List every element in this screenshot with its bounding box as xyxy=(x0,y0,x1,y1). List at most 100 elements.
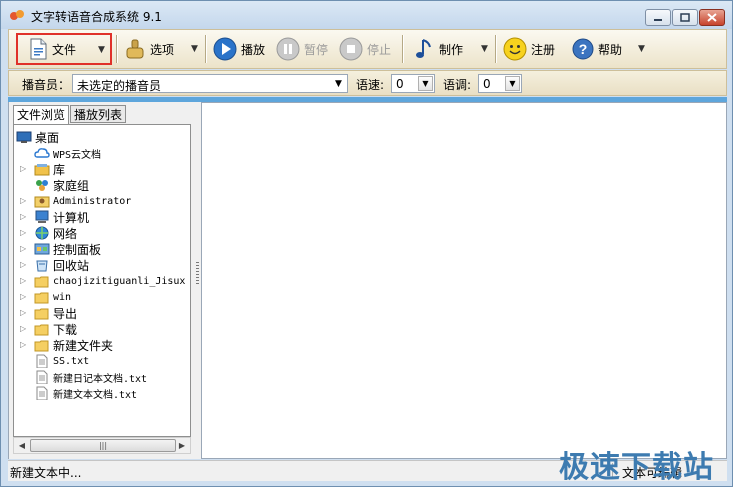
expand-icon[interactable]: ▷ xyxy=(20,292,26,301)
pause-button[interactable]: 暂停 xyxy=(276,33,328,65)
tree-node-label: SS.txt xyxy=(53,355,90,367)
tree-node[interactable]: ▷ 新建文件夹 xyxy=(20,337,114,353)
homegroup-icon xyxy=(36,180,48,191)
expand-icon[interactable]: ▷ xyxy=(20,324,26,333)
play-label: 播放 xyxy=(241,42,266,57)
horizontal-scrollbar[interactable]: ◀ ||| ▶ xyxy=(13,437,191,454)
tree-node-label: win xyxy=(53,291,72,303)
make-dropdown-icon[interactable]: ▼ xyxy=(481,44,488,54)
tree-node[interactable]: ▷ 计算机 xyxy=(20,209,89,225)
expand-icon[interactable]: ▷ xyxy=(20,308,26,317)
toolbar-separator xyxy=(495,35,497,63)
computer-icon xyxy=(35,210,49,223)
announcer-select[interactable]: 未选定的播音员 ▼ xyxy=(72,74,348,93)
make-button[interactable]: 制作 xyxy=(415,33,463,65)
tree-node[interactable]: 桌面 xyxy=(16,129,59,145)
close-button[interactable] xyxy=(699,9,725,26)
help-label: 帮助 xyxy=(598,42,623,57)
expand-icon[interactable]: ▷ xyxy=(20,212,26,221)
tree-node-label: Administrator xyxy=(53,195,132,207)
scrollbar-thumb[interactable]: ||| xyxy=(30,439,176,452)
tree-node[interactable]: 新建日记本文档.txt xyxy=(34,369,147,385)
user-folder-icon xyxy=(34,196,50,208)
maximize-icon xyxy=(680,13,690,22)
tree-node[interactable]: ▷ 导出 xyxy=(20,305,77,321)
expand-icon[interactable]: ▷ xyxy=(20,276,26,285)
options-icon xyxy=(126,39,144,59)
options-button[interactable]: 选项 xyxy=(124,33,174,65)
expand-icon[interactable]: ▷ xyxy=(20,164,26,173)
play-button[interactable]: 播放 xyxy=(213,33,265,65)
tree-node[interactable]: ▷ 下载 xyxy=(20,321,77,337)
text-file-icon xyxy=(36,370,48,384)
desktop-icon xyxy=(16,131,32,143)
help-dropdown-icon[interactable]: ▼ xyxy=(638,44,645,54)
folder-icon xyxy=(34,308,49,320)
tree-node-label: 回收站 xyxy=(53,258,90,273)
tree-node[interactable]: 家庭组 xyxy=(34,177,89,193)
folder-icon xyxy=(34,340,49,352)
stop-button[interactable]: 停止 xyxy=(339,33,391,65)
scroll-right-icon[interactable]: ▶ xyxy=(175,439,189,452)
cloud-icon xyxy=(34,148,50,158)
window-controls xyxy=(644,9,725,26)
maximize-button[interactable] xyxy=(672,9,698,26)
tree-node[interactable]: ▷ 网络 xyxy=(20,225,77,241)
smiley-icon xyxy=(503,37,527,61)
pause-label: 暂停 xyxy=(304,42,329,57)
tree-node[interactable]: ▷ chaojizitiguanli_Jisux xyxy=(20,273,186,289)
text-file-icon xyxy=(36,386,48,400)
tree-node[interactable]: SS.txt xyxy=(34,353,89,369)
file-browser-panel: 文件浏览 播放列表 桌面 WPS云文档 ▷ 库家庭组 ▷ Administrator ▷ 计算… xyxy=(8,102,195,459)
folder-tree[interactable]: 桌面 WPS云文档 ▷ 库家庭组 ▷ Administrator ▷ 计算机 ▷ 网络 ▷ 控制面板 ▷… xyxy=(13,124,191,437)
watermark-text: 极速下载站 xyxy=(559,450,714,485)
library-icon xyxy=(34,164,50,176)
help-button[interactable]: ? 帮助 xyxy=(572,33,622,65)
tree-node-label: 控制面板 xyxy=(53,242,102,257)
register-label: 注册 xyxy=(531,42,556,57)
toolbar-separator xyxy=(402,35,404,63)
tree-node[interactable]: ▷ 库 xyxy=(20,161,65,177)
tree-node[interactable]: ▷ 控制面板 xyxy=(20,241,102,257)
speed-select[interactable]: 0 ▼ xyxy=(391,74,435,93)
expand-icon[interactable]: ▷ xyxy=(20,228,26,237)
window-title: 文字转语音合成系统 9.1 xyxy=(31,10,162,24)
speed-value: 0 xyxy=(396,77,404,91)
expand-icon[interactable]: ▷ xyxy=(20,196,26,205)
recycle-bin-icon xyxy=(36,260,48,272)
text-file-icon xyxy=(36,354,48,368)
voice-settings-bar: 播音员： 未选定的播音员 ▼ 语速: 0 ▼ 语调: 0 ▼ xyxy=(8,70,727,96)
tone-label: 语调: xyxy=(443,78,472,92)
options-dropdown-icon[interactable]: ▼ xyxy=(191,44,198,54)
tree-node[interactable]: ▷ win xyxy=(20,289,72,305)
folder-icon xyxy=(34,292,49,304)
tab-playlist[interactable]: 播放列表 xyxy=(70,105,127,123)
text-editor-area[interactable] xyxy=(201,102,727,459)
file-dropdown-icon[interactable]: ▼ xyxy=(98,45,105,55)
expand-icon[interactable]: ▷ xyxy=(20,244,26,253)
tone-select[interactable]: 0 ▼ xyxy=(478,74,522,93)
chevron-down-icon: ▼ xyxy=(335,78,342,89)
tree-node-label: chaojizitiguanli_Jisux xyxy=(53,275,186,287)
scroll-left-icon[interactable]: ◀ xyxy=(15,439,29,452)
toolbar-separator xyxy=(116,35,118,63)
control-panel-icon xyxy=(34,243,50,255)
file-label: 文件 xyxy=(52,42,77,57)
tree-node-label: 新建文件夹 xyxy=(53,338,114,353)
tree-node[interactable]: WPS云文档 xyxy=(34,145,101,161)
minimize-button[interactable] xyxy=(645,9,671,26)
tab-file-browse[interactable]: 文件浏览 xyxy=(13,105,70,125)
help-icon: ? xyxy=(572,38,594,60)
tree-node[interactable]: ▷ 回收站 xyxy=(20,257,90,273)
tree-node-label: 桌面 xyxy=(35,130,60,145)
tone-value: 0 xyxy=(483,77,491,91)
tree-node[interactable]: ▷ Administrator xyxy=(20,193,132,209)
expand-icon[interactable]: ▷ xyxy=(20,260,26,269)
file-button[interactable]: 文件 ▼ xyxy=(16,33,112,65)
tree-node-label: 家庭组 xyxy=(53,178,90,193)
music-note-icon xyxy=(416,39,431,58)
play-icon xyxy=(213,37,237,61)
tree-node[interactable]: 新建文本文档.txt xyxy=(34,385,137,401)
register-button[interactable]: 注册 xyxy=(503,33,555,65)
expand-icon[interactable]: ▷ xyxy=(20,340,26,349)
